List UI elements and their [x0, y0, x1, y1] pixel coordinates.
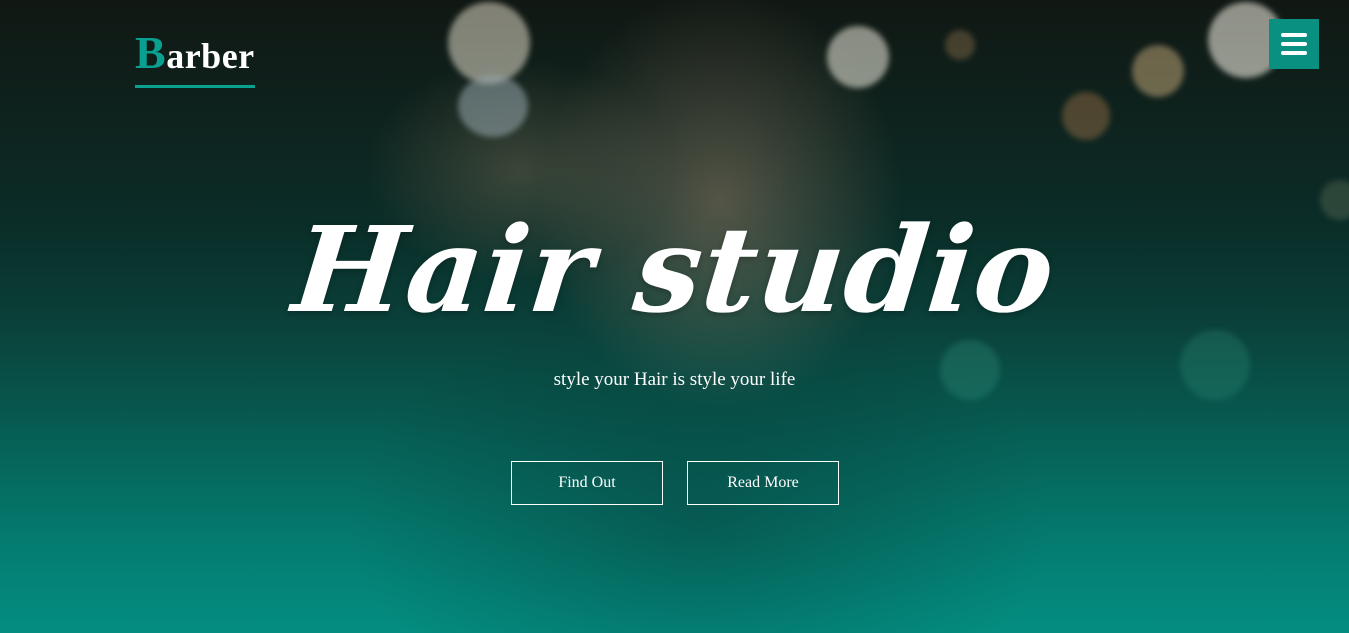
- brand-initial: B: [135, 27, 167, 78]
- hamburger-menu-icon-bar: [1281, 33, 1307, 37]
- find-out-button[interactable]: Find Out: [511, 461, 663, 505]
- read-more-button[interactable]: Read More: [687, 461, 839, 505]
- brand-name-rest: arber: [166, 36, 255, 76]
- hamburger-menu-icon-bar: [1281, 51, 1307, 55]
- hero-title: Hair studio: [287, 200, 1062, 339]
- hamburger-menu-icon-bar: [1281, 42, 1307, 46]
- hero-subtitle: style your Hair is style your life: [553, 369, 796, 390]
- brand-logo[interactable]: Barber: [135, 28, 255, 88]
- menu-button[interactable]: [1269, 19, 1319, 69]
- hero-section: Barber Hair studio style your Hair is st…: [0, 0, 1349, 633]
